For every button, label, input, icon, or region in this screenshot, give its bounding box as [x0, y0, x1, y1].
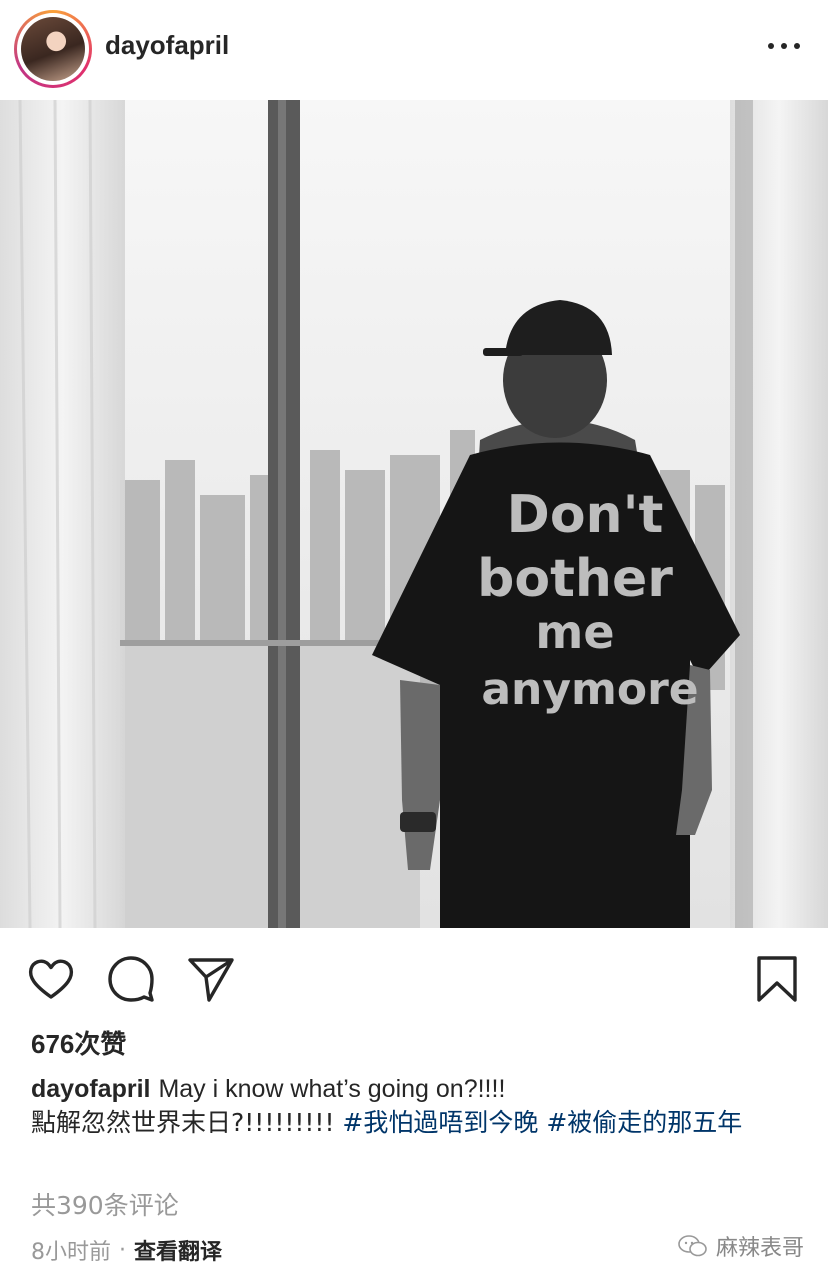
- story-ring[interactable]: [14, 10, 92, 88]
- likes-count[interactable]: 676次赞: [31, 1024, 126, 1061]
- post-username[interactable]: dayofapril: [105, 30, 229, 61]
- post-footer: 8小时前 · 查看翻译: [31, 1234, 222, 1266]
- more-options-icon[interactable]: [768, 36, 800, 56]
- separator-dot: ·: [119, 1237, 126, 1263]
- avatar[interactable]: [21, 17, 85, 81]
- heart-icon[interactable]: [26, 954, 76, 1004]
- shirt-text-line: me: [535, 605, 614, 659]
- shirt-text-line: Don't: [507, 485, 664, 545]
- post-photo[interactable]: Don't bother me anymore: [0, 100, 828, 928]
- shirt-text-line: anymore: [481, 664, 698, 715]
- post-timestamp: 8小时前: [31, 1240, 111, 1265]
- more-dot: [794, 43, 800, 49]
- wechat-icon: [678, 1235, 707, 1257]
- post-caption: dayofapril May i know what’s going on?!!…: [31, 1072, 791, 1139]
- watermark: 麻辣表哥: [678, 1230, 804, 1262]
- hashtag-link[interactable]: #被偷走的那五年: [546, 1108, 742, 1137]
- caption-username[interactable]: dayofapril: [31, 1075, 150, 1103]
- translate-link[interactable]: 查看翻译: [134, 1234, 222, 1266]
- comment-bubble-icon[interactable]: [106, 954, 156, 1004]
- view-comments-link[interactable]: 共390条评论: [31, 1186, 179, 1222]
- shirt-text-line: bother: [477, 549, 673, 609]
- avatar-frame: [17, 13, 89, 85]
- watermark-text: 麻辣表哥: [715, 1236, 804, 1261]
- more-dot: [781, 43, 787, 49]
- paper-plane-icon[interactable]: [186, 954, 236, 1004]
- hashtag-link[interactable]: #我怕過唔到今晚: [342, 1108, 538, 1137]
- action-bar: [0, 928, 828, 1024]
- bookmark-icon[interactable]: [752, 954, 802, 1004]
- caption-text: May i know what’s going on?!!!!: [158, 1075, 506, 1103]
- photo-illustration: Don't bother me anymore: [0, 100, 828, 928]
- more-dot: [768, 43, 774, 49]
- post-header: dayofapril: [0, 0, 828, 100]
- caption-text-line2: 點解忽然世界末日?!!!!!!!!!: [31, 1108, 335, 1137]
